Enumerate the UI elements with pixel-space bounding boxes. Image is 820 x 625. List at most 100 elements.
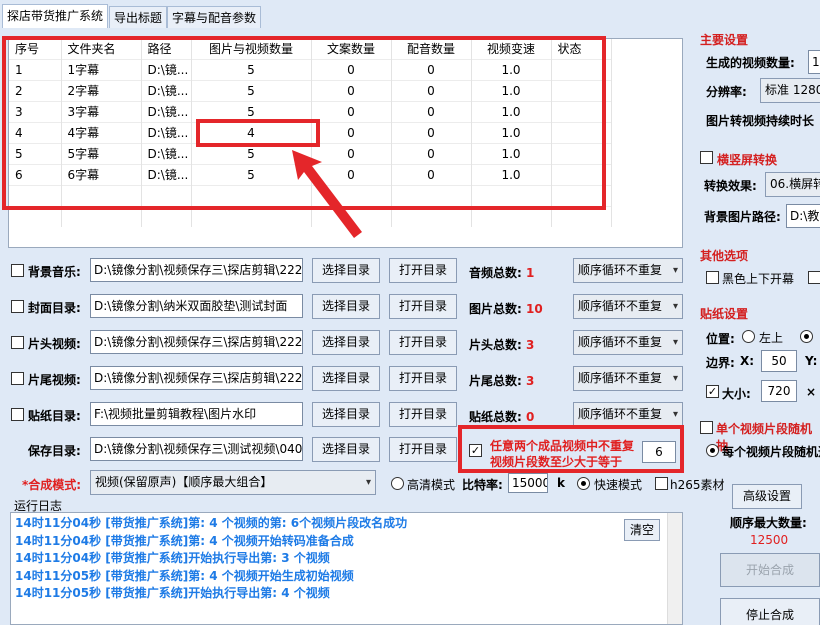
bgm-select-dir-button[interactable]: 选择目录 <box>312 258 380 283</box>
size-checkbox[interactable] <box>706 385 719 398</box>
cover-select-dir-button[interactable]: 选择目录 <box>312 294 380 319</box>
bgm-count-label: 音频总数: <box>469 266 522 280</box>
hq-mode-radio[interactable] <box>391 477 404 490</box>
save-open-dir-button[interactable]: 打开目录 <box>389 437 457 462</box>
sticker-mode-value: 顺序循环不重复 <box>578 407 663 421</box>
max-count-label: 顺序最大数量: <box>730 516 807 530</box>
cover-label: 封面目录: <box>28 301 81 315</box>
cover-open-dir-button[interactable]: 打开目录 <box>389 294 457 319</box>
stop-compose-button[interactable]: 停止合成 <box>720 598 820 625</box>
bgm-path-input[interactable]: D:\镜像分割\视频保存三\探店剪辑\222 <box>90 258 303 282</box>
dedup-text-1: 任意两个成品视频中不重复 <box>490 439 635 453</box>
intro-select-dir-button[interactable]: 选择目录 <box>312 330 380 355</box>
bgm-open-dir-button[interactable]: 打开目录 <box>389 258 457 283</box>
save-dir-input[interactable]: D:\镜像分割\视频保存三\测试视频\040 <box>90 437 303 461</box>
cover-mode-select[interactable]: 顺序循环不重复 ▾ <box>573 294 683 319</box>
dedup-value-input[interactable]: 6 <box>642 441 676 463</box>
intro-checkbox[interactable] <box>11 336 24 349</box>
black-bars-checkbox[interactable] <box>706 271 719 284</box>
h265-checkbox[interactable] <box>655 477 668 490</box>
sticker-mode-select[interactable]: 顺序循环不重复 ▾ <box>573 402 683 427</box>
outro-count-value: 3 <box>526 374 535 388</box>
tab-export-title[interactable]: 导出标题 <box>109 6 168 28</box>
advanced-settings-button[interactable]: 高级设置 <box>732 484 802 509</box>
dedup-checkbox[interactable] <box>469 444 482 457</box>
intro-open-dir-button[interactable]: 打开目录 <box>389 330 457 355</box>
each-segment-radio[interactable] <box>706 444 719 457</box>
save-select-dir-button[interactable]: 选择目录 <box>312 437 380 462</box>
position-topleft-label: 左上 <box>759 331 784 345</box>
position-other-radio[interactable] <box>800 330 813 343</box>
log-scrollbar[interactable] <box>667 513 682 624</box>
cover-path-input[interactable]: D:\镜像分割\纳米双面胶垫\测试封面 <box>90 294 303 318</box>
bgm-count: 音频总数: 1 <box>469 264 534 281</box>
position-label: 位置: <box>706 332 735 346</box>
tab-promo-system[interactable]: 探店带货推广系统 <box>2 4 109 28</box>
intro-label: 片头视频: <box>28 337 81 351</box>
margin-y-label: Y: <box>805 354 818 368</box>
log-line: 14时11分04秒 [带货推广系统]开始执行导出第: 3 个视频 <box>15 551 330 565</box>
tab-bar: 探店带货推广系统 导出标题 字幕与配音参数 <box>0 0 820 28</box>
save-dir-label: 保存目录: <box>28 444 81 458</box>
compose-mode-value: 视频(保留原声)【顺序最大组合】 <box>95 475 273 489</box>
sticker-count-value: 0 <box>526 410 535 424</box>
resolution-select[interactable]: 标准 1280 <box>760 78 820 103</box>
outro-count-label: 片尾总数: <box>469 374 522 388</box>
sticker-settings-title: 贴纸设置 <box>700 307 749 321</box>
tab-subtitle-voice[interactable]: 字幕与配音参数 <box>167 6 262 28</box>
margin-x-input[interactable]: 50 <box>761 350 797 372</box>
compose-mode-label: *合成模式: <box>22 478 82 492</box>
bgm-mode-value: 顺序循环不重复 <box>578 263 663 277</box>
each-segment-label: 每个视频片段随机选 <box>722 445 820 459</box>
chevron-down-icon: ▾ <box>672 265 678 276</box>
image-duration-label: 图片转视频持续时长 <box>706 114 815 128</box>
fast-mode-radio[interactable] <box>577 477 590 490</box>
sticker-count: 贴纸总数: 0 <box>469 408 534 425</box>
outro-path-input[interactable]: D:\镜像分割\视频保存三\探店剪辑\222 <box>90 366 303 390</box>
h265-label: h265素材 <box>670 478 725 492</box>
cover-checkbox[interactable] <box>11 300 24 313</box>
intro-count-label: 片头总数: <box>469 338 522 352</box>
arrow-annotation-icon <box>292 150 362 238</box>
bitrate-input[interactable]: 15000 <box>508 473 548 493</box>
margin-label: 边界: <box>706 356 735 370</box>
outro-count: 片尾总数: 3 <box>469 372 534 389</box>
other-option-checkbox[interactable] <box>808 271 820 284</box>
bg-path-input[interactable]: D:\教 <box>786 204 820 228</box>
sticker-count-label: 贴纸总数: <box>469 410 522 424</box>
sticker-open-dir-button[interactable]: 打开目录 <box>389 402 457 427</box>
bgm-mode-select[interactable]: 顺序循环不重复 ▾ <box>573 258 683 283</box>
convert-effect-label: 转换效果: <box>704 179 757 193</box>
chevron-down-icon: ▾ <box>672 373 678 384</box>
intro-mode-value: 顺序循环不重复 <box>578 335 663 349</box>
outro-label: 片尾视频: <box>28 373 81 387</box>
size-input[interactable]: 720 <box>761 380 797 402</box>
sticker-path-input[interactable]: F:\视频批量剪辑教程\图片水印 <box>90 402 303 426</box>
log-panel[interactable]: 14时11分04秒 [带货推广系统]第: 4 个视频的第: 6个视频片段改名成功… <box>10 512 683 625</box>
outro-checkbox[interactable] <box>11 372 24 385</box>
intro-mode-select[interactable]: 顺序循环不重复 ▾ <box>573 330 683 355</box>
intro-path-input[interactable]: D:\镜像分割\视频保存三\探店剪辑\222 <box>90 330 303 354</box>
intro-count: 片头总数: 3 <box>469 336 534 353</box>
gen-count-input[interactable]: 1 <box>808 50 820 74</box>
max-count-value: 12500 <box>750 533 789 547</box>
sticker-select-dir-button[interactable]: 选择目录 <box>312 402 380 427</box>
start-compose-button[interactable]: 开始合成 <box>720 553 820 587</box>
sticker-label: 贴纸目录: <box>28 409 81 423</box>
size-label: 大小: <box>722 387 751 401</box>
gen-count-label: 生成的视频数量: <box>706 56 795 70</box>
outro-select-dir-button[interactable]: 选择目录 <box>312 366 380 391</box>
chevron-down-icon: ▾ <box>365 477 371 488</box>
orientation-checkbox[interactable] <box>700 151 713 164</box>
orientation-label: 横竖屏转换 <box>717 153 778 167</box>
clear-log-button[interactable]: 清空 <box>624 519 660 541</box>
compose-mode-select[interactable]: 视频(保留原声)【顺序最大组合】 ▾ <box>90 470 376 495</box>
single-segment-checkbox[interactable] <box>700 421 713 434</box>
cover-count-label: 图片总数: <box>469 302 522 316</box>
position-topleft-radio[interactable] <box>742 330 755 343</box>
outro-mode-select[interactable]: 顺序循环不重复 ▾ <box>573 366 683 391</box>
outro-open-dir-button[interactable]: 打开目录 <box>389 366 457 391</box>
sticker-checkbox[interactable] <box>11 408 24 421</box>
bgm-checkbox[interactable] <box>11 264 24 277</box>
convert-effect-select[interactable]: 06.横屏转 <box>765 172 820 197</box>
